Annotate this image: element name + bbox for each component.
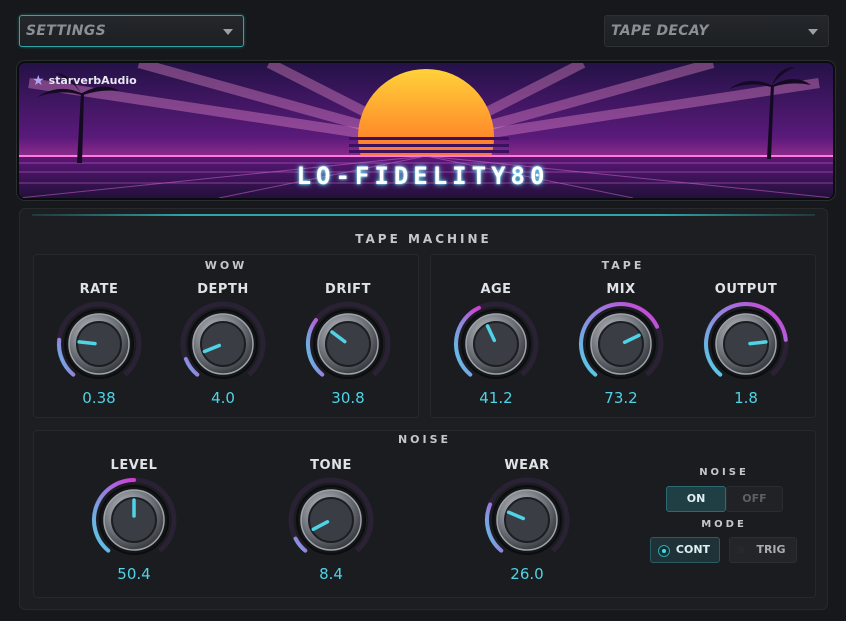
knob-dial [288,477,374,555]
knob-wear[interactable]: WEAR 26.0 [482,458,572,583]
knob-dial [703,301,789,379]
knob-label: WEAR [504,458,550,473]
knob-label: DRIFT [325,282,371,297]
knob-dial [56,301,142,379]
knob-dial [305,301,391,379]
knob-dial [484,477,570,555]
knob-tone[interactable]: TONE 8.4 [286,458,376,583]
knob-value: 0.38 [82,389,116,407]
tape-machine-title: TAPE MACHINE [355,232,492,246]
mode-trig-button[interactable]: TRIG [729,537,797,563]
mode-cont-label: CONT [675,543,711,556]
knob-pointer [748,340,768,346]
knob-value: 26.0 [510,565,544,583]
knob-value: 8.4 [319,565,343,583]
settings-dropdown-label: SETTINGS [26,23,106,39]
knob-label: DEPTH [197,282,249,297]
noise-on-label: ON [686,492,706,505]
noise-switch-title: NOISE [699,467,749,478]
knob-age[interactable]: AGE 41.2 [451,282,541,407]
settings-dropdown[interactable]: SETTINGS [19,15,244,47]
knob-value: 73.2 [604,389,638,407]
noise-title: NOISE [397,433,452,446]
mode-trig-label: TRIG [756,543,786,556]
mode-cont-button[interactable]: CONT [650,537,720,563]
knob-label: MIX [606,282,636,297]
knob-dial [180,301,266,379]
knob-label: TONE [310,458,352,473]
knob-pointer [77,340,97,346]
knob-dial [91,477,177,555]
led-icon [658,545,670,557]
accent-line [32,214,815,216]
knob-level[interactable]: LEVEL 50.4 [89,458,179,583]
knob-value: 41.2 [479,389,513,407]
knob-drift[interactable]: DRIFT 30.8 [303,282,393,407]
noise-off-button[interactable]: OFF [726,486,783,512]
preset-dropdown[interactable]: TAPE DECAY [604,15,829,47]
knob-label: AGE [480,282,512,297]
knob-dial [578,301,664,379]
knob-label: OUTPUT [714,282,778,297]
knob-value: 1.8 [734,389,758,407]
knob-dial [453,301,539,379]
knob-output[interactable]: OUTPUT 1.8 [701,282,791,407]
tape-title: TAPE [601,259,645,272]
star-icon: ★ [32,73,45,89]
knob-label: RATE [79,282,119,297]
brand-logo: ★ starverbAudio [32,72,137,89]
knob-mix[interactable]: MIX 73.2 [576,282,666,407]
noise-off-label: OFF [742,492,767,505]
knob-value: 4.0 [211,389,235,407]
knob-value: 30.8 [331,389,365,407]
knob-label: LEVEL [110,458,158,473]
chevron-down-icon [808,29,818,35]
mode-title: MODE [701,519,747,530]
knob-value: 50.4 [117,565,151,583]
product-title: LO-FIDELITY80 [296,162,550,190]
brand-name: starverbAudio [48,74,137,87]
knob-depth[interactable]: DEPTH 4.0 [178,282,268,407]
led-icon [737,546,745,554]
wow-title: WOW [204,259,248,272]
noise-on-button[interactable]: ON [666,486,726,512]
knob-rate[interactable]: RATE 0.38 [54,282,144,407]
preset-dropdown-label: TAPE DECAY [611,23,709,39]
chevron-down-icon [223,29,233,35]
